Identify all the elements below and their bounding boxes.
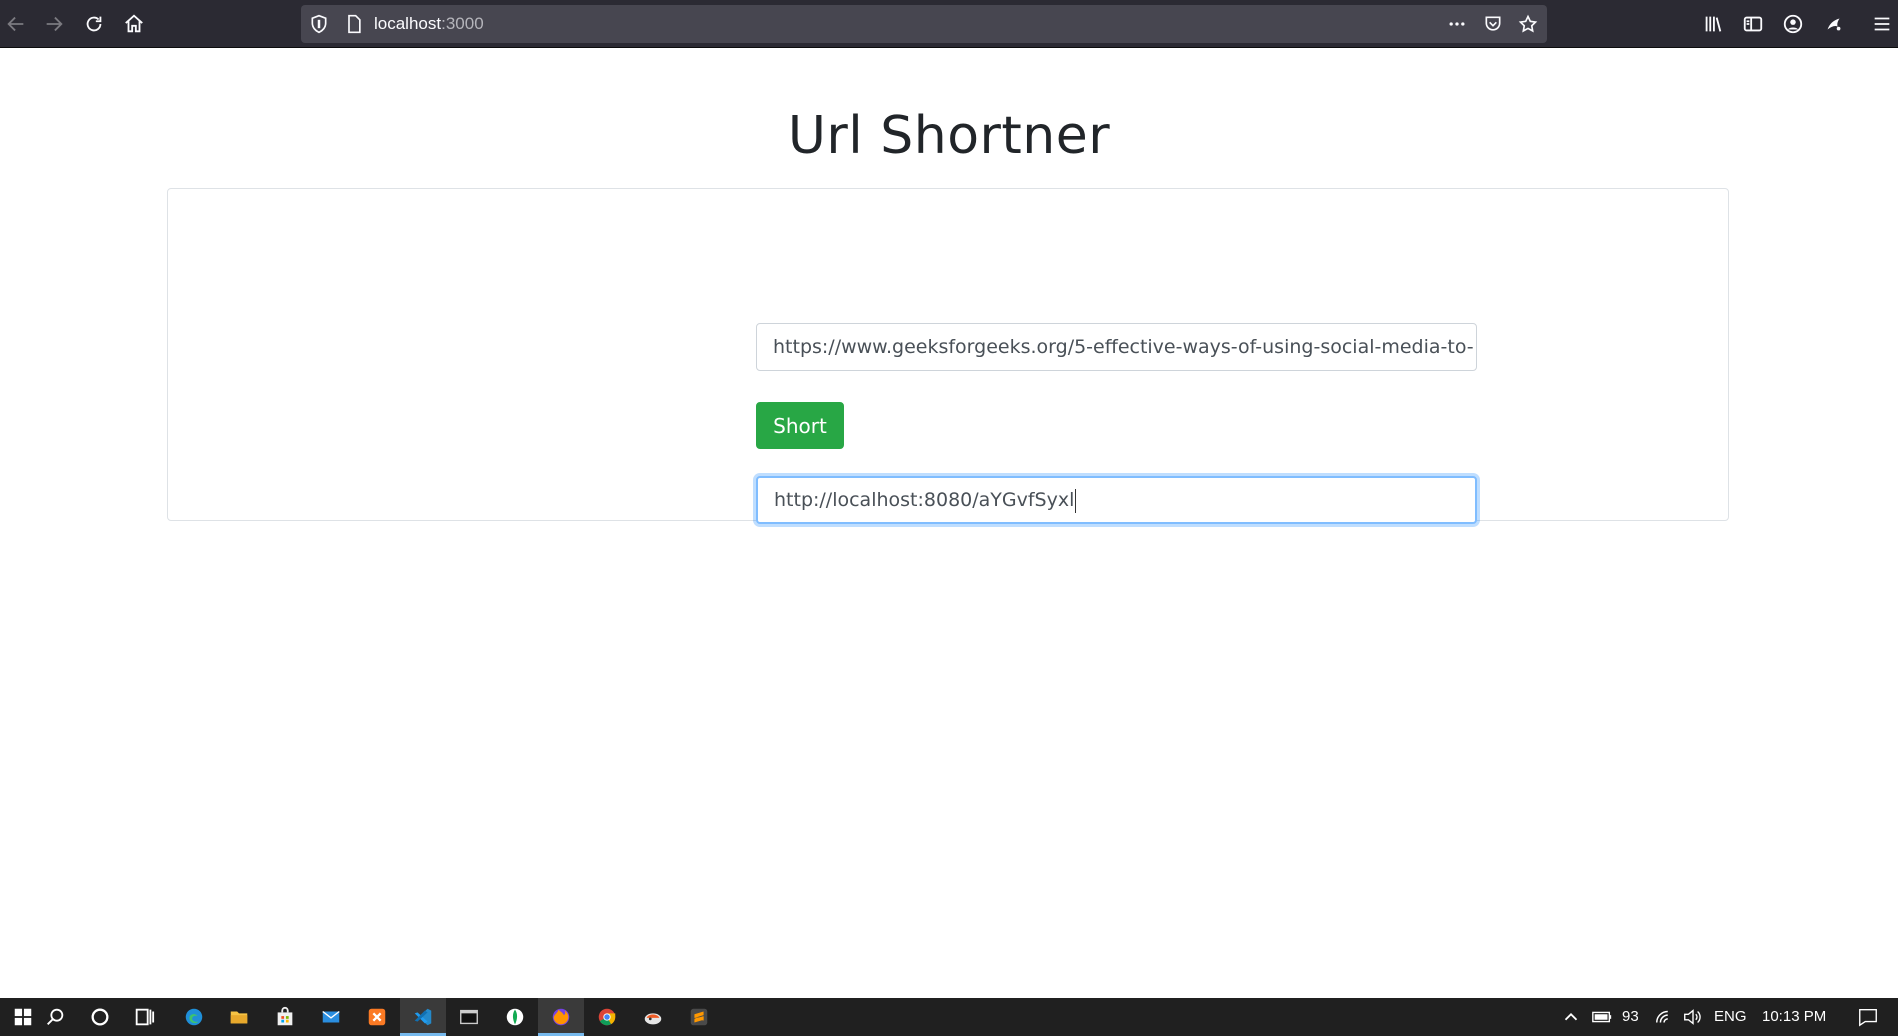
cortana-icon	[91, 1008, 109, 1026]
short-url-output[interactable]: http://localhost:8080/aYGvfSyxl	[756, 476, 1477, 524]
taskbar-vscode[interactable]	[400, 998, 446, 1036]
clock[interactable]: 10:13 PM	[1762, 998, 1826, 1036]
battery-icon[interactable]	[1591, 1006, 1613, 1028]
forward-arrow-icon	[46, 16, 63, 32]
task-view-button[interactable]	[121, 998, 167, 1036]
taskbar-terminal[interactable]	[446, 998, 492, 1036]
long-url-input[interactable]: https://www.geeksforgeeks.org/5-effectiv…	[756, 323, 1477, 371]
shortener-card: https://www.geeksforgeeks.org/5-effectiv…	[167, 188, 1729, 524]
taskbar-postman[interactable]	[630, 998, 676, 1036]
extension-icon	[1827, 18, 1841, 31]
url-host: localhost	[374, 14, 442, 33]
windows-start-icon	[14, 1008, 32, 1026]
mail-icon	[322, 1010, 340, 1023]
edge-icon	[185, 1008, 203, 1026]
account-icon	[1783, 14, 1803, 34]
home-icon	[125, 14, 143, 33]
taskbar-mongodb-compass[interactable]	[492, 998, 538, 1036]
taskbar-edge[interactable]	[171, 998, 217, 1036]
reload-icon	[86, 16, 102, 32]
chrome-icon	[598, 1008, 616, 1026]
more-icon	[1449, 22, 1465, 26]
back-button[interactable]	[0, 8, 32, 40]
library-button[interactable]	[1697, 8, 1729, 40]
reload-button[interactable]	[78, 8, 110, 40]
cortana-button[interactable]	[77, 998, 123, 1036]
firefox-icon	[552, 1008, 570, 1026]
file-explorer-icon	[230, 1011, 248, 1024]
vscode-icon	[414, 1008, 432, 1026]
wifi-icon[interactable]	[1654, 1006, 1676, 1028]
language-indicator[interactable]: ENG	[1714, 998, 1747, 1036]
pocket-icon	[1485, 16, 1501, 31]
long-url-value: https://www.geeksforgeeks.org/5-effectiv…	[773, 336, 1474, 358]
bookmark-button[interactable]	[1515, 12, 1541, 36]
page-icon[interactable]	[344, 14, 364, 34]
home-button[interactable]	[118, 8, 150, 40]
battery-percent: 93	[1622, 1008, 1639, 1025]
url-bar[interactable]: localhost:3000	[301, 5, 1547, 43]
shield-icon[interactable]	[309, 14, 329, 34]
search-icon	[47, 1008, 64, 1025]
task-view-icon	[135, 1008, 155, 1026]
hamburger-menu-icon	[1874, 17, 1890, 31]
sublime-text-icon	[690, 1008, 708, 1026]
star-icon	[1518, 14, 1538, 33]
more-actions-button[interactable]	[1444, 12, 1470, 36]
short-url-value: http://localhost:8080/aYGvfSyxl	[774, 489, 1075, 511]
short-button-label: Short	[773, 413, 827, 438]
page-title: Url Shortner	[787, 106, 1111, 166]
taskbar-chrome[interactable]	[584, 998, 630, 1036]
library-icon	[1705, 16, 1722, 32]
search-button[interactable]	[32, 998, 78, 1036]
sidebar-icon	[1743, 16, 1763, 32]
extension-button[interactable]	[1818, 8, 1850, 40]
taskbar-mail[interactable]	[308, 998, 354, 1036]
chevron-up-icon[interactable]	[1560, 1006, 1582, 1028]
forward-button[interactable]	[38, 8, 70, 40]
store-icon	[277, 1006, 293, 1026]
mongodb-compass-icon	[506, 1008, 524, 1026]
back-arrow-icon	[7, 16, 24, 32]
browser-toolbar: localhost:3000	[0, 0, 1898, 48]
text-caret	[1075, 488, 1077, 513]
account-button[interactable]	[1777, 8, 1809, 40]
taskbar-file-explorer[interactable]	[216, 998, 262, 1036]
volume-icon[interactable]	[1682, 1006, 1704, 1028]
taskbar-firefox[interactable]	[538, 998, 584, 1036]
taskbar-xampp[interactable]	[354, 998, 400, 1036]
pocket-button[interactable]	[1480, 12, 1506, 36]
url-port: :3000	[441, 14, 484, 33]
page-content: Url Shortner https://www.geeksforgeeks.o…	[0, 48, 1898, 998]
sidebar-button[interactable]	[1737, 8, 1769, 40]
taskbar-store[interactable]	[262, 998, 308, 1036]
windows-taskbar: 93 ENG 10:13 PM	[0, 998, 1898, 1036]
short-button[interactable]: Short	[756, 402, 844, 449]
url-text[interactable]: localhost:3000	[374, 5, 484, 43]
taskbar-sublime-text[interactable]	[676, 998, 722, 1036]
notification-icon[interactable]	[1857, 1006, 1879, 1028]
terminal-icon	[460, 1009, 478, 1025]
app-menu-button[interactable]	[1866, 8, 1898, 40]
xampp-icon	[368, 1008, 386, 1026]
postman-icon	[644, 1013, 662, 1025]
